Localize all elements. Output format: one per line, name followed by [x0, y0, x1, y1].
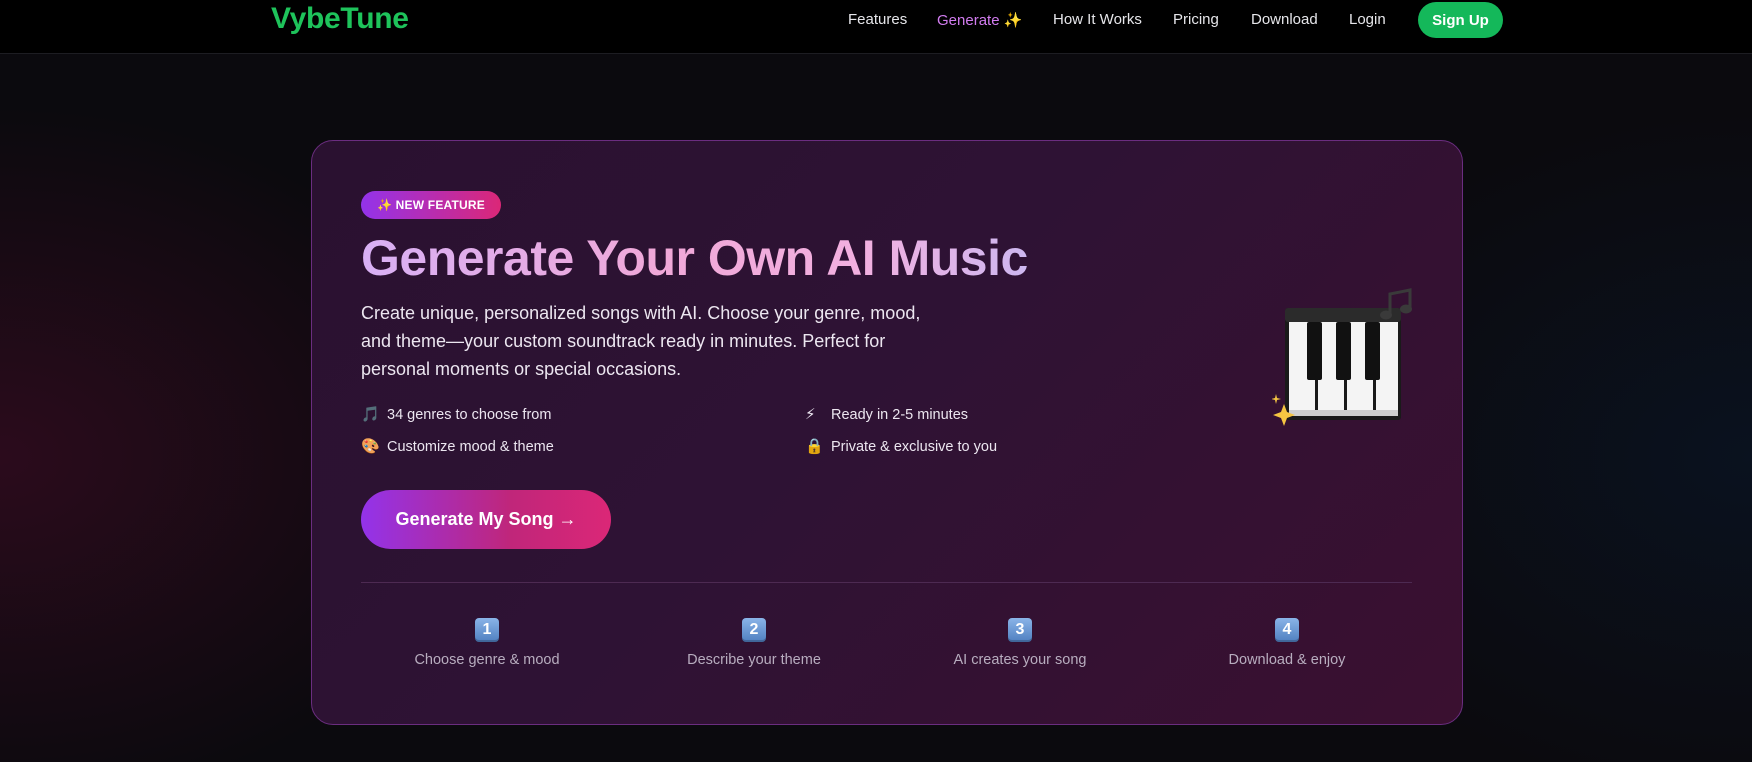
piano-icon — [1272, 288, 1412, 426]
feature-private: 🔒 Private & exclusive to you — [805, 437, 997, 455]
feature-customize: 🎨 Customize mood & theme — [361, 437, 554, 455]
top-navbar: VybeTune Features Generate ✨ How It Work… — [0, 0, 1752, 54]
sign-up-button[interactable]: Sign Up — [1418, 2, 1503, 38]
generate-hero-card: ✨ NEW FEATURE Generate Your Own AI Music… — [311, 140, 1463, 725]
step-2: 2 Describe your theme — [654, 618, 854, 668]
section-divider — [361, 582, 1412, 583]
feature-label: Ready in 2-5 minutes — [831, 407, 969, 423]
hero-description: Create unique, personalized songs with A… — [361, 303, 921, 379]
step-4: 4 Download & enjoy — [1187, 618, 1387, 668]
new-feature-badge: ✨ NEW FEATURE — [361, 191, 501, 219]
nav-link-download[interactable]: Download — [1251, 11, 1318, 28]
nav-link-generate[interactable]: Generate ✨ — [937, 11, 1022, 29]
palette-icon: 🎨 — [361, 438, 380, 455]
step-1: 1 Choose genre & mood — [387, 618, 587, 668]
nav-link-login[interactable]: Login — [1349, 11, 1386, 28]
step-label: AI creates your song — [953, 652, 1087, 668]
keycap-2-icon: 2 — [742, 618, 766, 642]
step-3: 3 AI creates your song — [920, 618, 1120, 668]
feature-label: Private & exclusive to you — [831, 439, 998, 455]
step-label: Download & enjoy — [1228, 652, 1346, 668]
nav-link-features[interactable]: Features — [848, 11, 907, 28]
feature-list: 🎵 34 genres to choose from ⚡ Ready in 2-5 … — [361, 405, 1261, 475]
feature-speed: ⚡ Ready in 2-5 minutes — [805, 405, 968, 423]
step-label: Describe your theme — [687, 652, 821, 668]
nav-link-how-it-works[interactable]: How It Works — [1053, 11, 1142, 28]
nav-link-pricing[interactable]: Pricing — [1173, 11, 1219, 28]
keycap-1-icon: 1 — [475, 618, 499, 642]
keycap-3-icon: 3 — [1008, 618, 1032, 642]
page: VybeTune Features Generate ✨ How It Work… — [0, 0, 1752, 762]
feature-genres: 🎵 34 genres to choose from — [361, 405, 551, 423]
keycap-4-icon: 4 — [1275, 618, 1299, 642]
lock-icon: 🔒 — [805, 438, 824, 455]
lightning-icon: ⚡ — [805, 406, 816, 423]
step-label: Choose genre & mood — [414, 652, 560, 668]
hero-title: Generate Your Own AI Music — [361, 230, 1028, 286]
feature-label: 34 genres to choose from — [387, 407, 552, 423]
generate-my-song-button[interactable]: Generate My Song → — [361, 490, 611, 549]
feature-label: Customize mood & theme — [387, 439, 554, 455]
music-note-icon: 🎵 — [361, 406, 380, 423]
